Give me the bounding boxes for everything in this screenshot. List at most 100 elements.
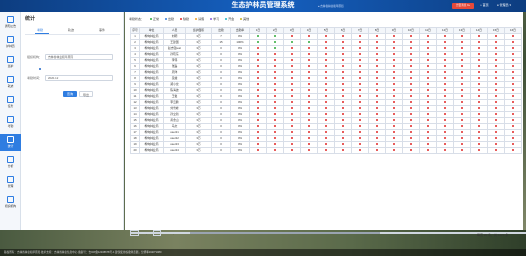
status-dot-icon	[443, 53, 447, 56]
status-dot-icon	[460, 77, 464, 80]
status-dot-icon	[290, 59, 294, 62]
status-dot-icon	[324, 65, 328, 68]
status-dot-icon	[375, 107, 379, 110]
sidebar-item-1[interactable]: 护林员	[0, 34, 21, 51]
sidebar-item-label: 通知公告	[4, 24, 17, 28]
status-dot-icon	[256, 35, 260, 38]
sidebar-item-label: 管理	[7, 184, 14, 188]
status-dot-icon	[477, 125, 481, 128]
sidebar-item-0[interactable]: 通知公告	[0, 14, 21, 31]
status-dot-icon	[290, 35, 294, 38]
sidebar-item-6[interactable]: 统计	[0, 134, 21, 151]
status-dot-icon	[290, 77, 294, 80]
status-dot-icon	[273, 137, 277, 140]
status-dot-icon	[392, 47, 396, 50]
horizontal-scrollbar[interactable]	[130, 232, 526, 234]
legend-dot-icon	[195, 18, 198, 20]
legend-dot-icon	[240, 18, 243, 20]
status-dot-icon	[494, 65, 498, 68]
scrollbar-thumb[interactable]	[190, 232, 380, 234]
status-dot-icon	[443, 41, 447, 44]
status-dot-icon	[375, 119, 379, 122]
status-dot-icon	[341, 59, 345, 62]
status-dot-icon	[409, 101, 413, 104]
tab-event[interactable]: 事件	[99, 28, 105, 32]
status-dot-icon	[341, 125, 345, 128]
legend-dot-icon	[150, 18, 153, 20]
tab-track[interactable]: 轨迹	[68, 28, 74, 32]
status-dot-icon	[392, 89, 396, 92]
cell-rate: 0%	[230, 147, 250, 154]
status-dot-icon	[426, 125, 430, 128]
status-dot-icon	[477, 131, 481, 134]
status-dot-icon	[341, 83, 345, 86]
sidebar-item-8[interactable]: 管理	[0, 174, 21, 191]
status-dot-icon	[494, 71, 498, 74]
status-dot-icon	[426, 47, 430, 50]
status-dot-icon	[392, 131, 396, 134]
status-dot-icon	[324, 89, 328, 92]
sidebar-item-label: 护林员	[6, 44, 15, 48]
status-dot-icon	[375, 53, 379, 56]
cell-day	[368, 147, 386, 154]
home-link[interactable]: ⌂ 首页	[480, 3, 489, 7]
status-dot-icon	[341, 89, 345, 92]
divider	[25, 34, 120, 35]
status-dot-icon	[358, 107, 362, 110]
month-picker[interactable]: 2020-12	[45, 75, 113, 81]
status-dot-icon	[511, 101, 515, 104]
status-dot-icon	[392, 71, 396, 74]
alert-button[interactable]: 告警消息 9+	[452, 3, 474, 9]
sidebar-item-5[interactable]: 考勤	[0, 114, 21, 131]
status-dot-icon	[443, 119, 447, 122]
tab-attendance[interactable]: 考勤	[37, 28, 43, 32]
status-dot-icon	[511, 95, 515, 98]
status-dot-icon	[392, 143, 396, 146]
user-menu[interactable]: ● 管理员 ▾	[497, 3, 511, 7]
status-dot-icon	[375, 113, 379, 116]
status-dot-icon	[256, 149, 260, 152]
sidebar-item-4[interactable]: 任务	[0, 94, 21, 111]
legend-label: 其他	[243, 17, 250, 21]
status-dot-icon	[494, 59, 498, 62]
cell-unit: 桦甸林业局	[139, 147, 164, 154]
status-dot-icon	[460, 119, 464, 122]
status-dot-icon	[409, 113, 413, 116]
status-dot-icon	[290, 89, 294, 92]
status-dot-icon	[443, 83, 447, 86]
cell-day	[334, 147, 352, 154]
export-button[interactable]: 导出	[79, 91, 93, 97]
status-dot-icon	[273, 131, 277, 134]
status-dot-icon	[324, 47, 328, 50]
status-dot-icon	[375, 47, 379, 50]
status-dot-icon	[460, 137, 464, 140]
sidebar-item-7[interactable]: 分析	[0, 154, 21, 171]
sidebar-item-3[interactable]: 轨迹	[0, 74, 21, 91]
status-legend: 考勤状态： 正常 出勤 缺勤 请假 学习 开会 其他	[129, 17, 249, 21]
sidebar: 通知公告护林员巡护轨迹任务考勤统计分析管理组织机构	[0, 12, 21, 230]
status-dot-icon	[392, 59, 396, 62]
legend-dot-icon	[210, 18, 213, 20]
status-dot-icon	[443, 131, 447, 134]
status-dot-icon	[477, 89, 481, 92]
status-dot-icon	[477, 119, 481, 122]
query-button[interactable]: 查询	[63, 91, 77, 97]
status-dot-icon	[341, 143, 345, 146]
legend-item: 缺勤	[180, 17, 189, 21]
status-dot-icon	[307, 47, 311, 50]
status-dot-icon	[426, 83, 430, 86]
status-dot-icon	[511, 125, 515, 128]
status-dot-icon	[392, 137, 396, 140]
sidebar-item-2[interactable]: 巡护	[0, 54, 21, 71]
status-dot-icon	[324, 137, 328, 140]
status-dot-icon	[511, 35, 515, 38]
sidebar-item-9[interactable]: 组织机构	[0, 194, 21, 211]
status-dot-icon	[375, 137, 379, 140]
cell-day	[419, 147, 437, 154]
status-dot-icon	[307, 83, 311, 86]
home-label: 首页	[482, 3, 489, 7]
status-dot-icon	[392, 41, 396, 44]
org-select[interactable]: 吉林省林业和草原局	[45, 54, 113, 60]
app-title: 生态护林员管理系统	[231, 2, 295, 9]
status-dot-icon	[494, 113, 498, 116]
